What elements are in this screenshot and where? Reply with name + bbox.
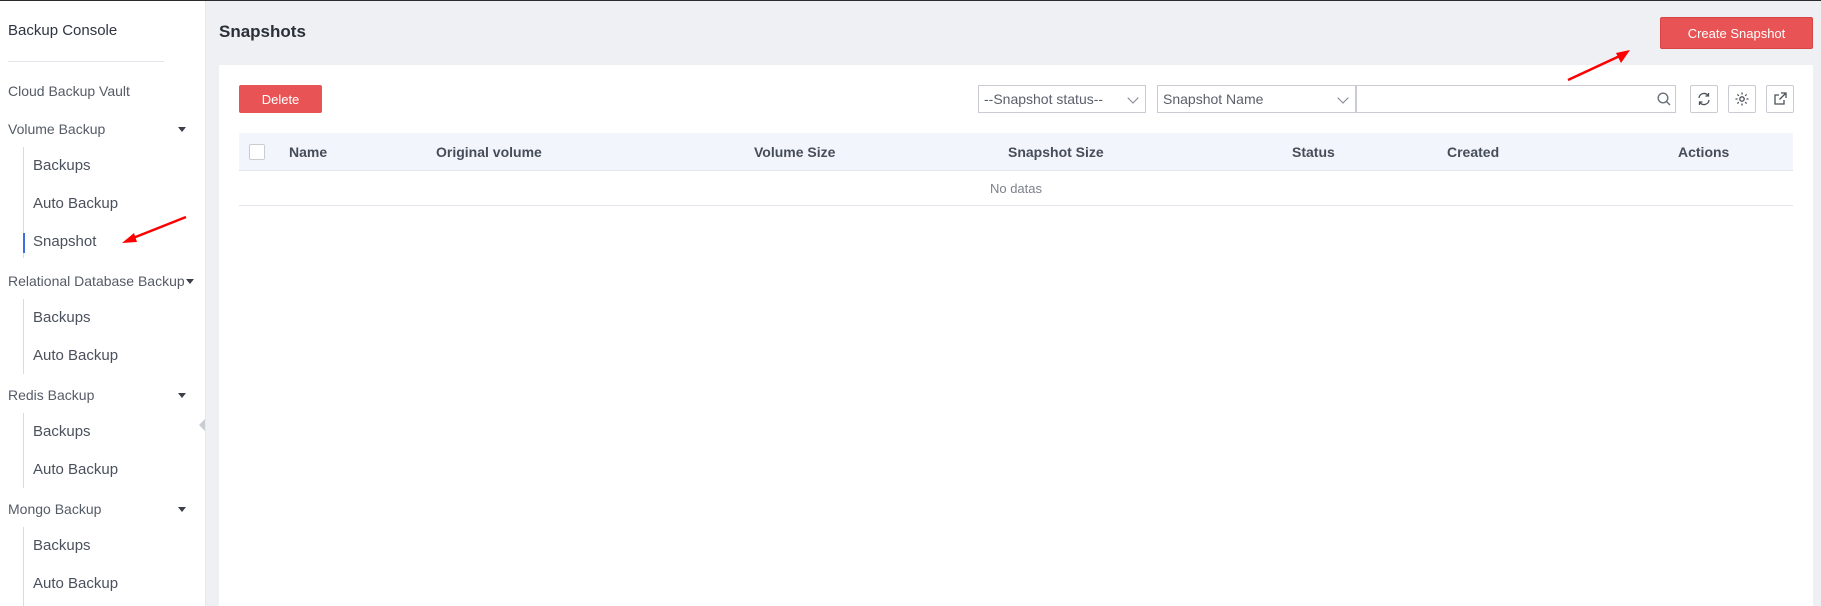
create-snapshot-button[interactable]: Create Snapshot [1660, 17, 1813, 49]
sidebar-item-volume-auto-backup[interactable]: Auto Backup [33, 195, 118, 212]
chevron-down-icon [1127, 92, 1139, 104]
submenu-track [23, 527, 24, 606]
sidebar-item-redis-backups[interactable]: Backups [33, 423, 91, 440]
sidebar-item-volume-backups[interactable]: Backups [33, 157, 91, 174]
export-button[interactable] [1766, 85, 1794, 113]
sidebar-item-volume-snapshot[interactable]: Snapshot [33, 233, 96, 250]
window-top-border [0, 0, 1821, 1]
annotation-arrow-icon [1567, 50, 1630, 82]
active-indicator [23, 233, 25, 253]
table-header: Name Original volume Volume Size Snapsho… [239, 133, 1793, 171]
sidebar-item-rdb-auto-backup[interactable]: Auto Backup [33, 347, 118, 364]
page-title: Snapshots [219, 22, 306, 41]
delete-button[interactable]: Delete [239, 85, 322, 113]
sidebar-item-redis-auto-backup[interactable]: Auto Backup [33, 461, 118, 478]
sidebar-group-mongo-backup[interactable]: Mongo Backup [8, 501, 198, 521]
sidebar-divider [8, 61, 164, 62]
snapshot-status-select[interactable]: --Snapshot status-- [978, 85, 1146, 113]
sidebar-group-redis-backup[interactable]: Redis Backup [8, 387, 198, 407]
search-field-value: Snapshot Name [1163, 91, 1264, 107]
external-link-icon [1774, 92, 1787, 105]
column-header-created[interactable]: Created [1447, 144, 1499, 160]
sidebar-group-label: Volume Backup [8, 121, 106, 137]
sidebar-collapse-icon[interactable] [199, 419, 205, 431]
settings-button[interactable] [1728, 85, 1756, 113]
annotation-arrow-icon [122, 215, 187, 243]
sidebar-item-cloud-backup-vault[interactable]: Cloud Backup Vault [8, 83, 130, 99]
caret-down-icon [178, 507, 186, 512]
column-header-snapshot-size[interactable]: Snapshot Size [1008, 144, 1104, 160]
sidebar-group-label: Relational Database Backup [8, 273, 185, 289]
sidebar-group-volume-backup[interactable]: Volume Backup [8, 121, 198, 141]
sidebar-item-rdb-backups[interactable]: Backups [33, 309, 91, 326]
sidebar-group-relational-db-backup[interactable]: Relational Database Backup [8, 273, 198, 293]
submenu-track [23, 413, 24, 488]
submenu-track [23, 299, 24, 374]
console-title: Backup Console [8, 22, 118, 39]
sidebar-group-label: Mongo Backup [8, 501, 102, 517]
caret-down-icon [186, 279, 194, 284]
search-icon[interactable] [1656, 91, 1672, 107]
caret-down-icon [178, 393, 186, 398]
sidebar: Backup Console Cloud Backup Vault Volume… [0, 1, 206, 606]
column-header-actions: Actions [1678, 144, 1730, 160]
table-empty-state: No datas [239, 171, 1793, 206]
search-input[interactable] [1356, 85, 1676, 113]
snapshot-status-value: --Snapshot status-- [984, 91, 1104, 107]
search-field-select[interactable]: Snapshot Name [1157, 85, 1356, 113]
column-header-volume-size[interactable]: Volume Size [754, 144, 835, 160]
refresh-button[interactable] [1690, 85, 1718, 113]
gear-icon [1735, 92, 1749, 106]
select-all-checkbox[interactable] [249, 144, 265, 160]
sidebar-item-mongo-backups[interactable]: Backups [33, 537, 91, 554]
sidebar-item-mongo-auto-backup[interactable]: Auto Backup [33, 575, 118, 592]
column-header-name[interactable]: Name [289, 144, 327, 160]
chevron-down-icon [1337, 92, 1349, 104]
sidebar-group-label: Redis Backup [8, 387, 95, 403]
snapshots-panel: Delete --Snapshot status-- Snapshot Name [219, 65, 1813, 606]
caret-down-icon [178, 127, 186, 132]
refresh-icon [1698, 92, 1710, 106]
column-header-status[interactable]: Status [1292, 144, 1335, 160]
column-header-original-volume[interactable]: Original volume [436, 144, 542, 160]
